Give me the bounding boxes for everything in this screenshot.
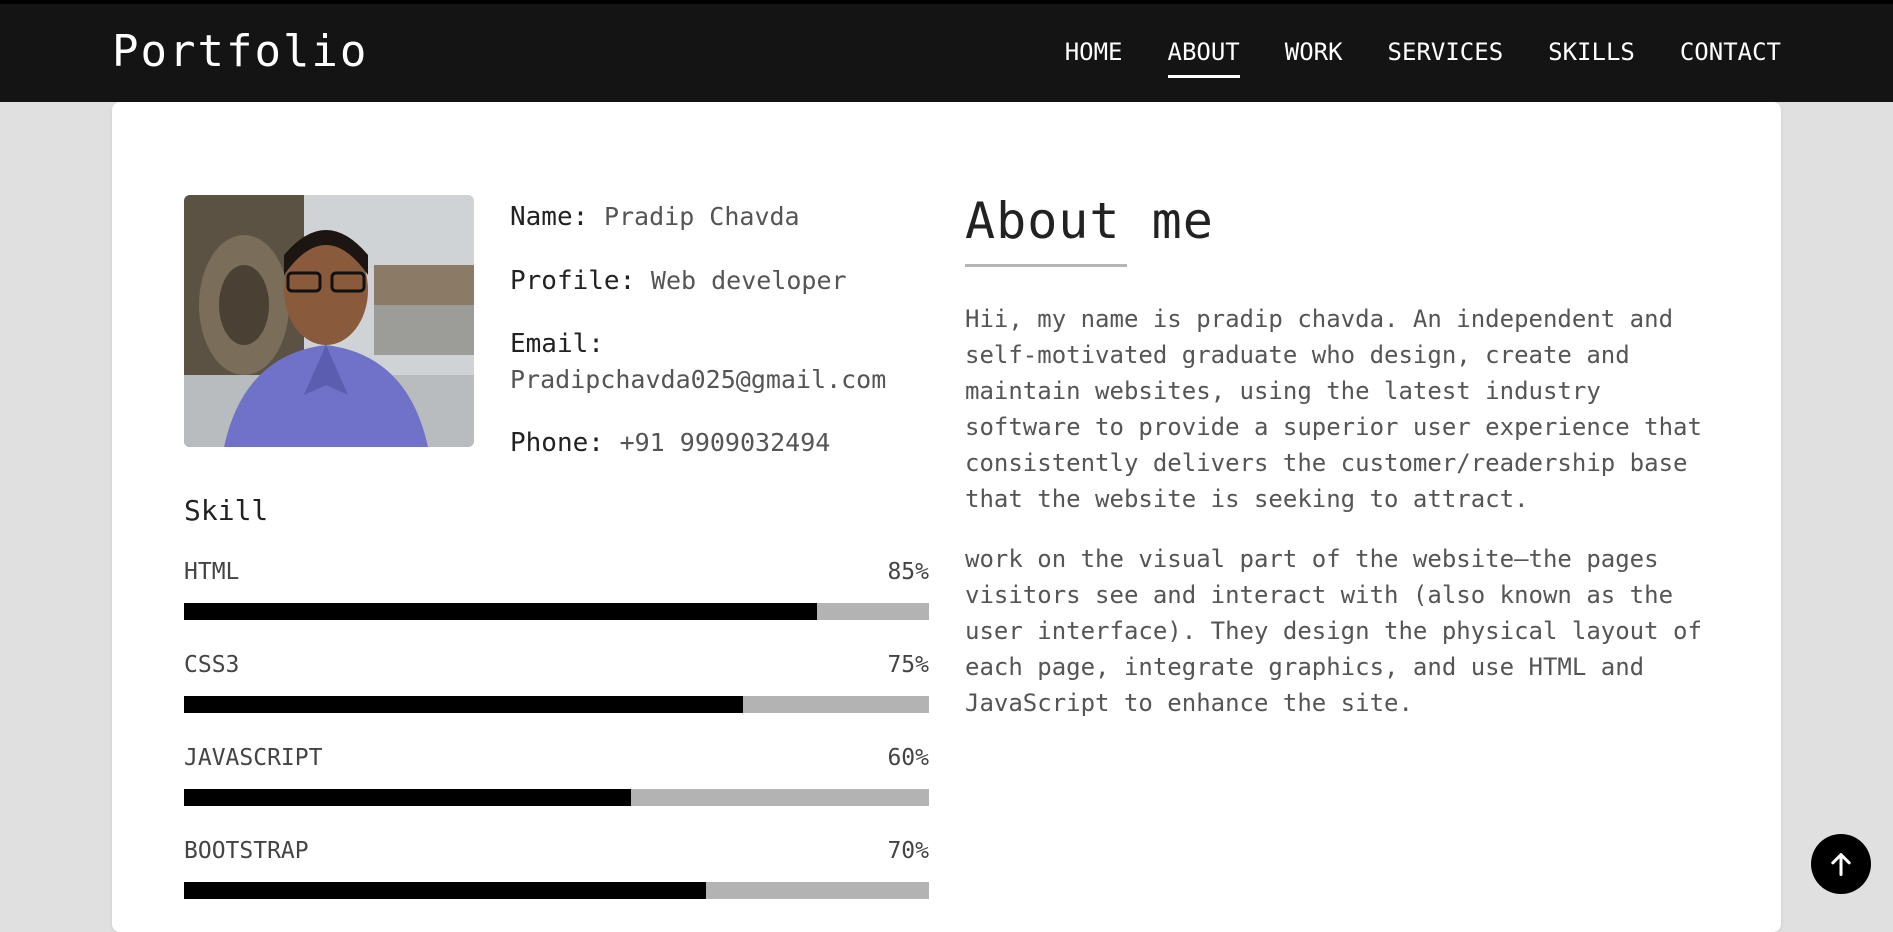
nav-links: HOME ABOUT WORK SERVICES SKILLS CONTACT — [1065, 38, 1781, 78]
skill-bar — [184, 603, 929, 620]
skill-bar-fill — [184, 696, 743, 713]
profile-row: Profile: Web developer — [510, 262, 910, 300]
about-card: Name: Pradip Chavda Profile: Web develop… — [112, 102, 1781, 932]
phone-value: +91 9909032494 — [619, 428, 831, 457]
skill-percent: 70% — [887, 838, 929, 864]
skill-name: JAVASCRIPT — [184, 745, 323, 771]
nav-skills[interactable]: SKILLS — [1548, 38, 1635, 74]
brand-logo[interactable]: Portfolio — [112, 26, 368, 77]
name-label: Name: — [510, 202, 589, 232]
skill-name: BOOTSTRAP — [184, 838, 309, 864]
skill-item-bootstrap: BOOTSTRAP 70% — [184, 838, 929, 899]
skill-percent: 60% — [887, 745, 929, 771]
profile-value: Web developer — [650, 266, 847, 295]
skill-bar — [184, 882, 929, 899]
arrow-up-icon — [1831, 853, 1851, 877]
about-title: About me — [965, 192, 1214, 250]
skill-percent: 75% — [887, 652, 929, 678]
skill-bar-fill — [184, 603, 818, 620]
email-row: Email: Pradipchavda025@gmail.com — [510, 326, 910, 398]
profile-photo — [184, 195, 474, 447]
name-row: Name: Pradip Chavda — [510, 198, 910, 236]
scroll-to-top-button[interactable] — [1811, 834, 1871, 894]
skill-item-html: HTML 85% — [184, 559, 929, 620]
skill-name: HTML — [184, 559, 240, 585]
nav-home[interactable]: HOME — [1065, 38, 1123, 74]
nav-contact[interactable]: CONTACT — [1680, 38, 1781, 74]
email-value: Pradipchavda025@gmail.com — [510, 365, 887, 394]
skill-title: Skill — [184, 494, 269, 527]
phone-row: Phone: +91 9909032494 — [510, 424, 910, 462]
skill-bar — [184, 696, 929, 713]
profile-info: Name: Pradip Chavda Profile: Web develop… — [510, 198, 910, 488]
navbar: Portfolio HOME ABOUT WORK SERVICES SKILL… — [0, 0, 1893, 102]
nav-services[interactable]: SERVICES — [1388, 38, 1504, 74]
name-value: Pradip Chavda — [603, 202, 800, 231]
skill-bar — [184, 789, 929, 806]
email-label: Email: — [510, 329, 604, 359]
nav-work[interactable]: WORK — [1285, 38, 1343, 74]
skill-item-css3: CSS3 75% — [184, 652, 929, 713]
about-paragraph-2: work on the visual part of the website—t… — [965, 545, 1702, 717]
title-underline — [965, 264, 1127, 267]
phone-label: Phone: — [510, 428, 604, 458]
about-paragraph-1: Hii, my name is pradip chavda. An indepe… — [965, 305, 1702, 513]
profile-label: Profile: — [510, 266, 636, 296]
skill-percent: 85% — [887, 559, 929, 585]
skill-item-javascript: JAVASCRIPT 60% — [184, 745, 929, 806]
skill-bar-fill — [184, 882, 706, 899]
skill-bar-fill — [184, 789, 631, 806]
about-section: About me Hii, my name is pradip chavda. … — [965, 192, 1725, 721]
skill-name: CSS3 — [184, 652, 240, 678]
nav-about[interactable]: ABOUT — [1167, 38, 1241, 78]
